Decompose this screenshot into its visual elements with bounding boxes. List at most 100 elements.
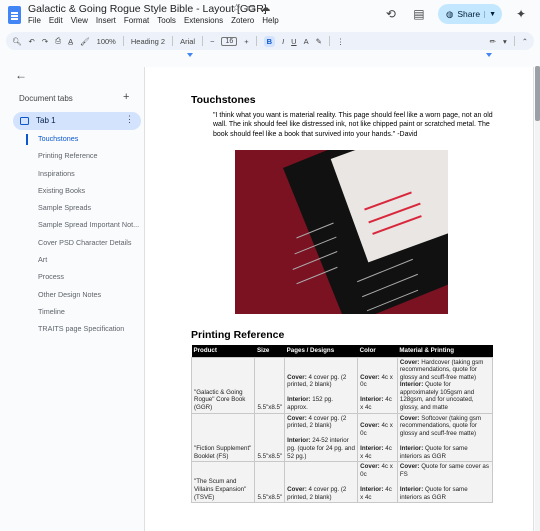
table-cell-product: "The Scum and Villains Expansion" (TSVE) — [190, 461, 256, 504]
outline-item-sample-spread-notes[interactable]: Sample Spread Important Not... — [38, 220, 139, 237]
outline-item-traits-page[interactable]: TRAITS page Specification — [38, 324, 139, 341]
toolbar-divider — [255, 36, 257, 46]
table-cell-pages: Cover: 4 cover pg. (2 printed, 2 blank) I… — [284, 356, 359, 414]
document-title[interactable]: Galactic & Going Rogue Style Bible - Lay… — [28, 3, 267, 15]
move-folder-icon[interactable]: ▭ — [246, 3, 255, 14]
title-icons: ☆ ▭ ☁ — [232, 3, 270, 14]
cell-label: Cover: — [399, 358, 420, 366]
cell-label: Cover: — [399, 463, 420, 471]
outline-item-sample-spreads[interactable]: Sample Spreads — [38, 203, 139, 220]
bold-button[interactable]: B — [263, 35, 276, 47]
comments-icon[interactable]: ▤ — [410, 5, 428, 23]
menu-format[interactable]: Format — [124, 16, 149, 25]
heading-touchstones: Touchstones — [191, 94, 256, 106]
title-bar: Galactic & Going Rogue Style Bible - Lay… — [0, 0, 540, 30]
printing-reference-table: Product Size Pages / Designs Color Mater… — [190, 345, 494, 504]
left-indent-marker[interactable] — [187, 53, 193, 57]
outline-item-existing-books[interactable]: Existing Books — [38, 186, 139, 203]
table-cell-material: Cover: Hardcover (taking gsm recommendat… — [396, 356, 494, 414]
heading-printing-reference: Printing Reference — [191, 329, 285, 341]
outline-item-process[interactable]: Process — [38, 272, 139, 289]
undo-icon[interactable]: ↶ — [29, 37, 35, 46]
menu-view[interactable]: View — [71, 16, 88, 25]
right-indent-marker[interactable] — [486, 53, 492, 57]
star-icon[interactable]: ☆ — [232, 3, 241, 14]
cell-label: Cover: — [287, 373, 307, 381]
cloud-status-icon[interactable]: ☁ — [260, 3, 270, 14]
tab-icon — [20, 117, 29, 125]
horizontal-ruler[interactable] — [143, 53, 533, 61]
menu-insert[interactable]: Insert — [96, 16, 116, 25]
menu-help[interactable]: Help — [262, 16, 278, 25]
paint-format-icon[interactable]: 🖌︎ — [80, 37, 90, 46]
table-cell-pages: Cover: 4 cover pg. (2 printed, 2 blank) I… — [284, 412, 359, 463]
back-arrow-icon[interactable]: ← — [15, 68, 27, 82]
highlight-icon[interactable]: ✎ — [316, 37, 322, 46]
table-header: Material & Printing — [397, 345, 493, 357]
spellcheck-icon[interactable]: A̲ — [68, 37, 73, 46]
gemini-icon[interactable]: ✦ — [512, 5, 530, 23]
vertical-scrollbar[interactable] — [535, 66, 540, 531]
table-header: Size — [254, 345, 285, 357]
collapse-toolbar-icon[interactable]: ⌃ — [522, 37, 528, 46]
zoom-select[interactable]: 100% — [97, 37, 116, 46]
outline-item-inspirations[interactable]: Inspirations — [38, 169, 139, 186]
table-cell-product: "Galactic & Going Rogue" Core Book (GGR) — [190, 356, 256, 414]
tab-1[interactable]: Tab 1 ⋮ — [13, 112, 141, 130]
menu-edit[interactable]: Edit — [49, 16, 63, 25]
decrease-font-size-button[interactable]: − — [210, 37, 214, 46]
print-icon[interactable]: ⎙ — [55, 36, 61, 46]
text-color-button[interactable]: A — [304, 37, 309, 46]
table-cell-size: 5.5"x8.5" — [254, 461, 286, 504]
menu-extensions[interactable]: Extensions — [184, 16, 223, 25]
outline-item-other-design-notes[interactable]: Other Design Notes — [38, 290, 139, 307]
outline-item-touchstones[interactable]: Touchstones — [38, 134, 139, 151]
table-cell-color: Cover: 4c x 0c Interior: 4c x 4c — [357, 412, 398, 463]
table-header: Pages / Designs — [284, 345, 358, 357]
table-cell-material: Cover: Quote for same cover as FS Interio… — [396, 461, 494, 504]
cell-label: Interior: — [360, 445, 384, 453]
increase-font-size-button[interactable]: + — [244, 37, 248, 46]
menu-zotero[interactable]: Zotero — [231, 16, 254, 25]
font-select[interactable]: Arial — [180, 37, 195, 46]
redo-icon[interactable]: ↷ — [42, 37, 48, 46]
font-size-input[interactable]: 16 — [221, 36, 238, 46]
book-photo[interactable] — [235, 150, 448, 314]
italic-button[interactable]: I — [282, 37, 284, 46]
menu-tools[interactable]: Tools — [157, 16, 176, 25]
table-row: "Galactic & Going Rogue" Core Book (GGR)… — [190, 356, 494, 414]
outline-item-cover-psd[interactable]: Cover PSD Character Details — [38, 238, 139, 255]
add-tab-button[interactable]: + — [123, 91, 129, 103]
table-header: Color — [357, 345, 398, 357]
menu-bar: File Edit View Insert Format Tools Exten… — [28, 16, 279, 25]
table-row: "Fiction Supplement" Booklet (FS) 5.5"x8… — [190, 412, 494, 463]
style-select[interactable]: Heading 2 — [131, 37, 165, 46]
scrollbar-thumb[interactable] — [535, 66, 540, 121]
version-history-icon[interactable]: ⟲ — [382, 5, 400, 23]
editing-mode-icon[interactable]: ✏ — [490, 37, 496, 46]
toolbar-divider — [202, 36, 204, 46]
cell-label: Cover: — [287, 414, 307, 422]
tab-options-icon[interactable]: ⋮ — [125, 114, 134, 125]
toolbar-divider — [328, 36, 330, 46]
menu-file[interactable]: File — [28, 16, 41, 25]
chevron-down-icon[interactable]: ▾ — [503, 37, 507, 46]
toolbar: 🔍︎ ↶ ↷ ⎙ A̲ 🖌︎ 100% Heading 2 Arial − 16… — [6, 32, 534, 50]
outline-item-art[interactable]: Art — [38, 255, 139, 272]
outline-item-printing-reference[interactable]: Printing Reference — [38, 151, 139, 168]
table-cell-size: 5.5"x8.5" — [254, 356, 286, 414]
table-cell-color: Cover: 4c x 0c Interior: 4c x 4c — [357, 461, 398, 504]
cell-label: Interior: — [287, 437, 311, 445]
document-page[interactable]: Touchstones "I think what you want is ma… — [144, 67, 534, 531]
docs-logo-icon[interactable] — [8, 6, 21, 24]
share-button[interactable]: ◍ Share ▼ — [437, 4, 502, 24]
chevron-down-icon[interactable]: ▼ — [484, 10, 496, 18]
toolbar-divider — [513, 36, 515, 46]
outline-item-timeline[interactable]: Timeline — [38, 307, 139, 324]
search-menus-icon[interactable]: 🔍︎ — [12, 37, 22, 46]
more-options-icon[interactable]: ⋮ — [337, 37, 345, 46]
document-outline: Touchstones Printing Reference Inspirati… — [38, 134, 139, 342]
cell-label: Interior: — [360, 486, 384, 493]
underline-button[interactable]: U — [291, 37, 296, 46]
cell-label: Interior: — [399, 486, 424, 493]
